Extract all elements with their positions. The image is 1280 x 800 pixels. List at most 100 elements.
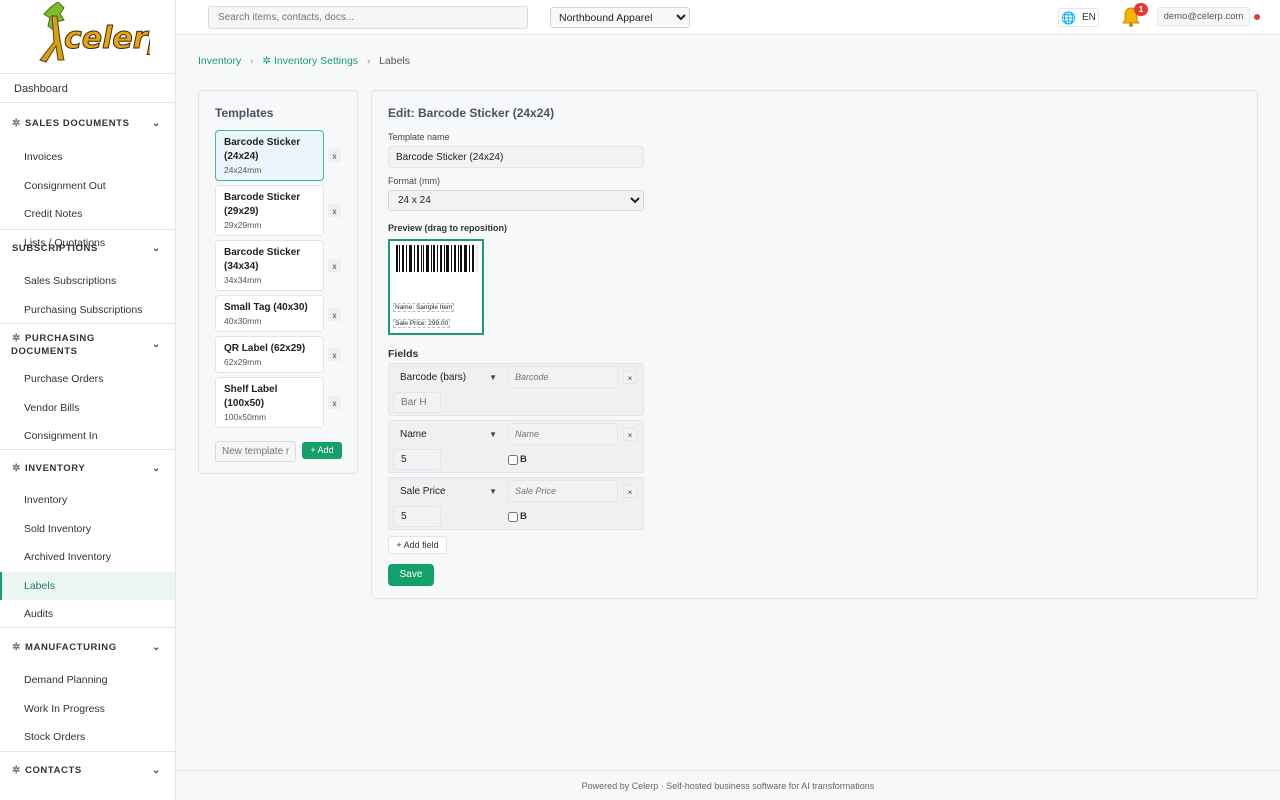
user-menu[interactable]: demo@celerp.com — [1157, 7, 1250, 26]
template-name: Small Tag (40x30) — [224, 302, 308, 313]
templates-title: Templates — [215, 106, 274, 120]
template-item[interactable]: QR Label (62x29) 62x29mm — [215, 336, 324, 373]
bold-toggle[interactable]: B — [508, 454, 527, 465]
section-label: SALES DOCUMENTS — [24, 117, 130, 129]
preview-field-name[interactable]: Name: Sample Item — [393, 303, 455, 312]
chevron-down-icon: ⌄ — [152, 462, 161, 474]
format-label: Format (mm) — [388, 176, 440, 186]
section-toggle-manufacturing[interactable]: ✲ MANUFACTURING ⌄ — [0, 628, 175, 666]
section-label: CONTACTS — [24, 764, 82, 776]
section-toggle-sales-documents[interactable]: ✲ SALES DOCUMENTS ⌄ — [0, 103, 175, 143]
chevron-down-icon: ⌄ — [152, 243, 161, 254]
template-item[interactable]: Shelf Label (100x50) 100x50mm — [215, 377, 324, 428]
sidebar-item-sales-subscriptions[interactable]: Sales Subscriptions — [0, 267, 175, 296]
remove-field-button[interactable]: × — [623, 371, 637, 384]
language-switcher[interactable]: 🌐 EN — [1058, 8, 1099, 27]
template-item[interactable]: Barcode Sticker (34x34) 34x34mm — [215, 240, 324, 291]
sidebar-item-audits[interactable]: Audits — [0, 600, 175, 629]
template-size: 34x34mm — [224, 275, 262, 285]
breadcrumb-inventory-settings[interactable]: Inventory Settings — [274, 55, 358, 67]
chevron-down-icon: ⌄ — [152, 117, 161, 129]
templates-panel: Templates Barcode Sticker (24x24) 24x24m… — [198, 90, 358, 474]
sidebar-section-inventory: ✲ INVENTORY ⌄ Inventory Sold Inventory Ar… — [0, 450, 175, 628]
topbar: Northbound Apparel 🌐 EN 1 demo@celerp.co… — [176, 0, 1280, 35]
celerp-logo[interactable]: celerp — [30, 2, 150, 68]
caret-down-icon: ▼ — [489, 486, 497, 496]
bold-label: B — [520, 511, 527, 522]
company-select[interactable]: Northbound Apparel — [550, 7, 690, 28]
sidebar-item-credit-notes[interactable]: Credit Notes — [0, 200, 175, 229]
section-toggle-inventory[interactable]: ✲ INVENTORY ⌄ — [0, 450, 175, 486]
field-type-select[interactable]: Barcode (bars) ▼ — [393, 366, 504, 388]
field-type-value: Name — [400, 428, 427, 440]
sidebar-item-stock-orders[interactable]: Stock Orders — [0, 723, 175, 752]
logo-area: celerp — [0, 0, 175, 74]
template-item[interactable]: Barcode Sticker (24x24) 24x24mm — [215, 130, 324, 181]
sidebar-item-purchasing-subscriptions[interactable]: Purchasing Subscriptions — [0, 296, 175, 325]
field-label-input[interactable] — [508, 480, 618, 502]
bold-checkbox[interactable] — [508, 511, 518, 522]
bold-toggle[interactable]: B — [508, 511, 527, 522]
bold-checkbox[interactable] — [508, 454, 518, 465]
sidebar-item-dashboard[interactable]: Dashboard — [0, 75, 175, 103]
template-size: 40x30mm — [224, 316, 262, 326]
font-size-input[interactable] — [393, 506, 441, 527]
sidebar-item-consignment-in[interactable]: Consignment In — [0, 422, 175, 451]
sidebar-section-purchasing-documents: ✲ PURCHASING DOCUMENTS ⌄ Purchase Orders V… — [0, 324, 175, 450]
sidebar-item-invoices[interactable]: Invoices — [0, 143, 175, 172]
template-name: Shelf Label (100x50) — [224, 384, 278, 409]
preview-field-sale-price[interactable]: Sale Price: 299.00 — [393, 319, 451, 328]
breadcrumb-inventory[interactable]: Inventory — [198, 55, 241, 67]
save-button[interactable]: Save — [388, 564, 434, 586]
remove-template-button[interactable]: x — [328, 149, 341, 162]
field-label-input[interactable] — [508, 423, 618, 445]
remove-template-button[interactable]: x — [328, 308, 341, 321]
language-label: EN — [1081, 12, 1096, 23]
gear-icon: ✲ — [12, 462, 21, 474]
edit-title: Edit: Barcode Sticker (24x24) — [388, 106, 555, 120]
font-size-input[interactable] — [393, 449, 441, 470]
sidebar-item-inventory[interactable]: Inventory — [0, 486, 175, 515]
sidebar-item-consignment-out[interactable]: Consignment Out — [0, 172, 175, 201]
gear-icon: ✲ — [262, 55, 272, 67]
caret-down-icon: ▼ — [489, 372, 497, 382]
new-template-input[interactable] — [215, 441, 296, 462]
barcode-graphic[interactable] — [396, 245, 478, 272]
remove-template-button[interactable]: x — [328, 396, 341, 409]
sidebar-item-purchase-orders[interactable]: Purchase Orders — [0, 365, 175, 394]
globe-icon: 🌐 — [1061, 10, 1076, 25]
field-label-input[interactable] — [508, 366, 618, 388]
template-item[interactable]: Barcode Sticker (29x29) 29x29mm — [215, 185, 324, 236]
sidebar-item-demand-planning[interactable]: Demand Planning — [0, 666, 175, 695]
bar-height-input[interactable] — [393, 392, 441, 413]
sidebar-item-labels[interactable]: Labels — [0, 571, 175, 600]
remove-field-button[interactable]: × — [623, 428, 637, 441]
sidebar-item-work-in-progress[interactable]: Work In Progress — [0, 695, 175, 724]
remove-template-button[interactable]: x — [328, 259, 341, 272]
sidebar-section-contacts: ✲ CONTACTS ⌄ — [0, 752, 175, 788]
remove-template-button[interactable]: x — [328, 348, 341, 361]
section-toggle-purchasing-documents[interactable]: ✲ PURCHASING DOCUMENTS ⌄ — [0, 324, 175, 365]
sidebar-item-vendor-bills[interactable]: Vendor Bills — [0, 394, 175, 423]
add-template-button[interactable]: + Add — [302, 442, 342, 459]
caret-down-icon: ▼ — [489, 429, 497, 439]
breadcrumb-separator: › — [250, 56, 254, 66]
section-toggle-contacts[interactable]: ✲ CONTACTS ⌄ — [0, 752, 175, 788]
format-select[interactable]: 24 x 24 — [388, 190, 644, 211]
template-name-input[interactable] — [388, 146, 644, 168]
field-type-select[interactable]: Name ▼ — [393, 423, 504, 445]
template-item[interactable]: Small Tag (40x30) 40x30mm — [215, 295, 324, 332]
sidebar-item-sold-inventory[interactable]: Sold Inventory — [0, 515, 175, 544]
remove-field-button[interactable]: × — [623, 485, 637, 498]
sidebar-section-sales-documents: ✲ SALES DOCUMENTS ⌄ Invoices Consignment … — [0, 103, 175, 249]
field-type-value: Sale Price — [400, 485, 446, 497]
add-field-button[interactable]: + Add field — [388, 536, 447, 554]
label-preview[interactable]: Name: Sample Item Sale Price: 299.00 — [388, 239, 484, 335]
field-type-select[interactable]: Sale Price ▼ — [393, 480, 504, 502]
template-name: Barcode Sticker (24x24) — [224, 137, 301, 162]
chevron-down-icon: ⌄ — [152, 641, 161, 653]
search-input[interactable] — [208, 6, 528, 29]
gear-icon: ✲ — [12, 117, 21, 129]
remove-template-button[interactable]: x — [328, 204, 341, 217]
sidebar-item-archived-inventory[interactable]: Archived Inventory — [0, 543, 175, 572]
